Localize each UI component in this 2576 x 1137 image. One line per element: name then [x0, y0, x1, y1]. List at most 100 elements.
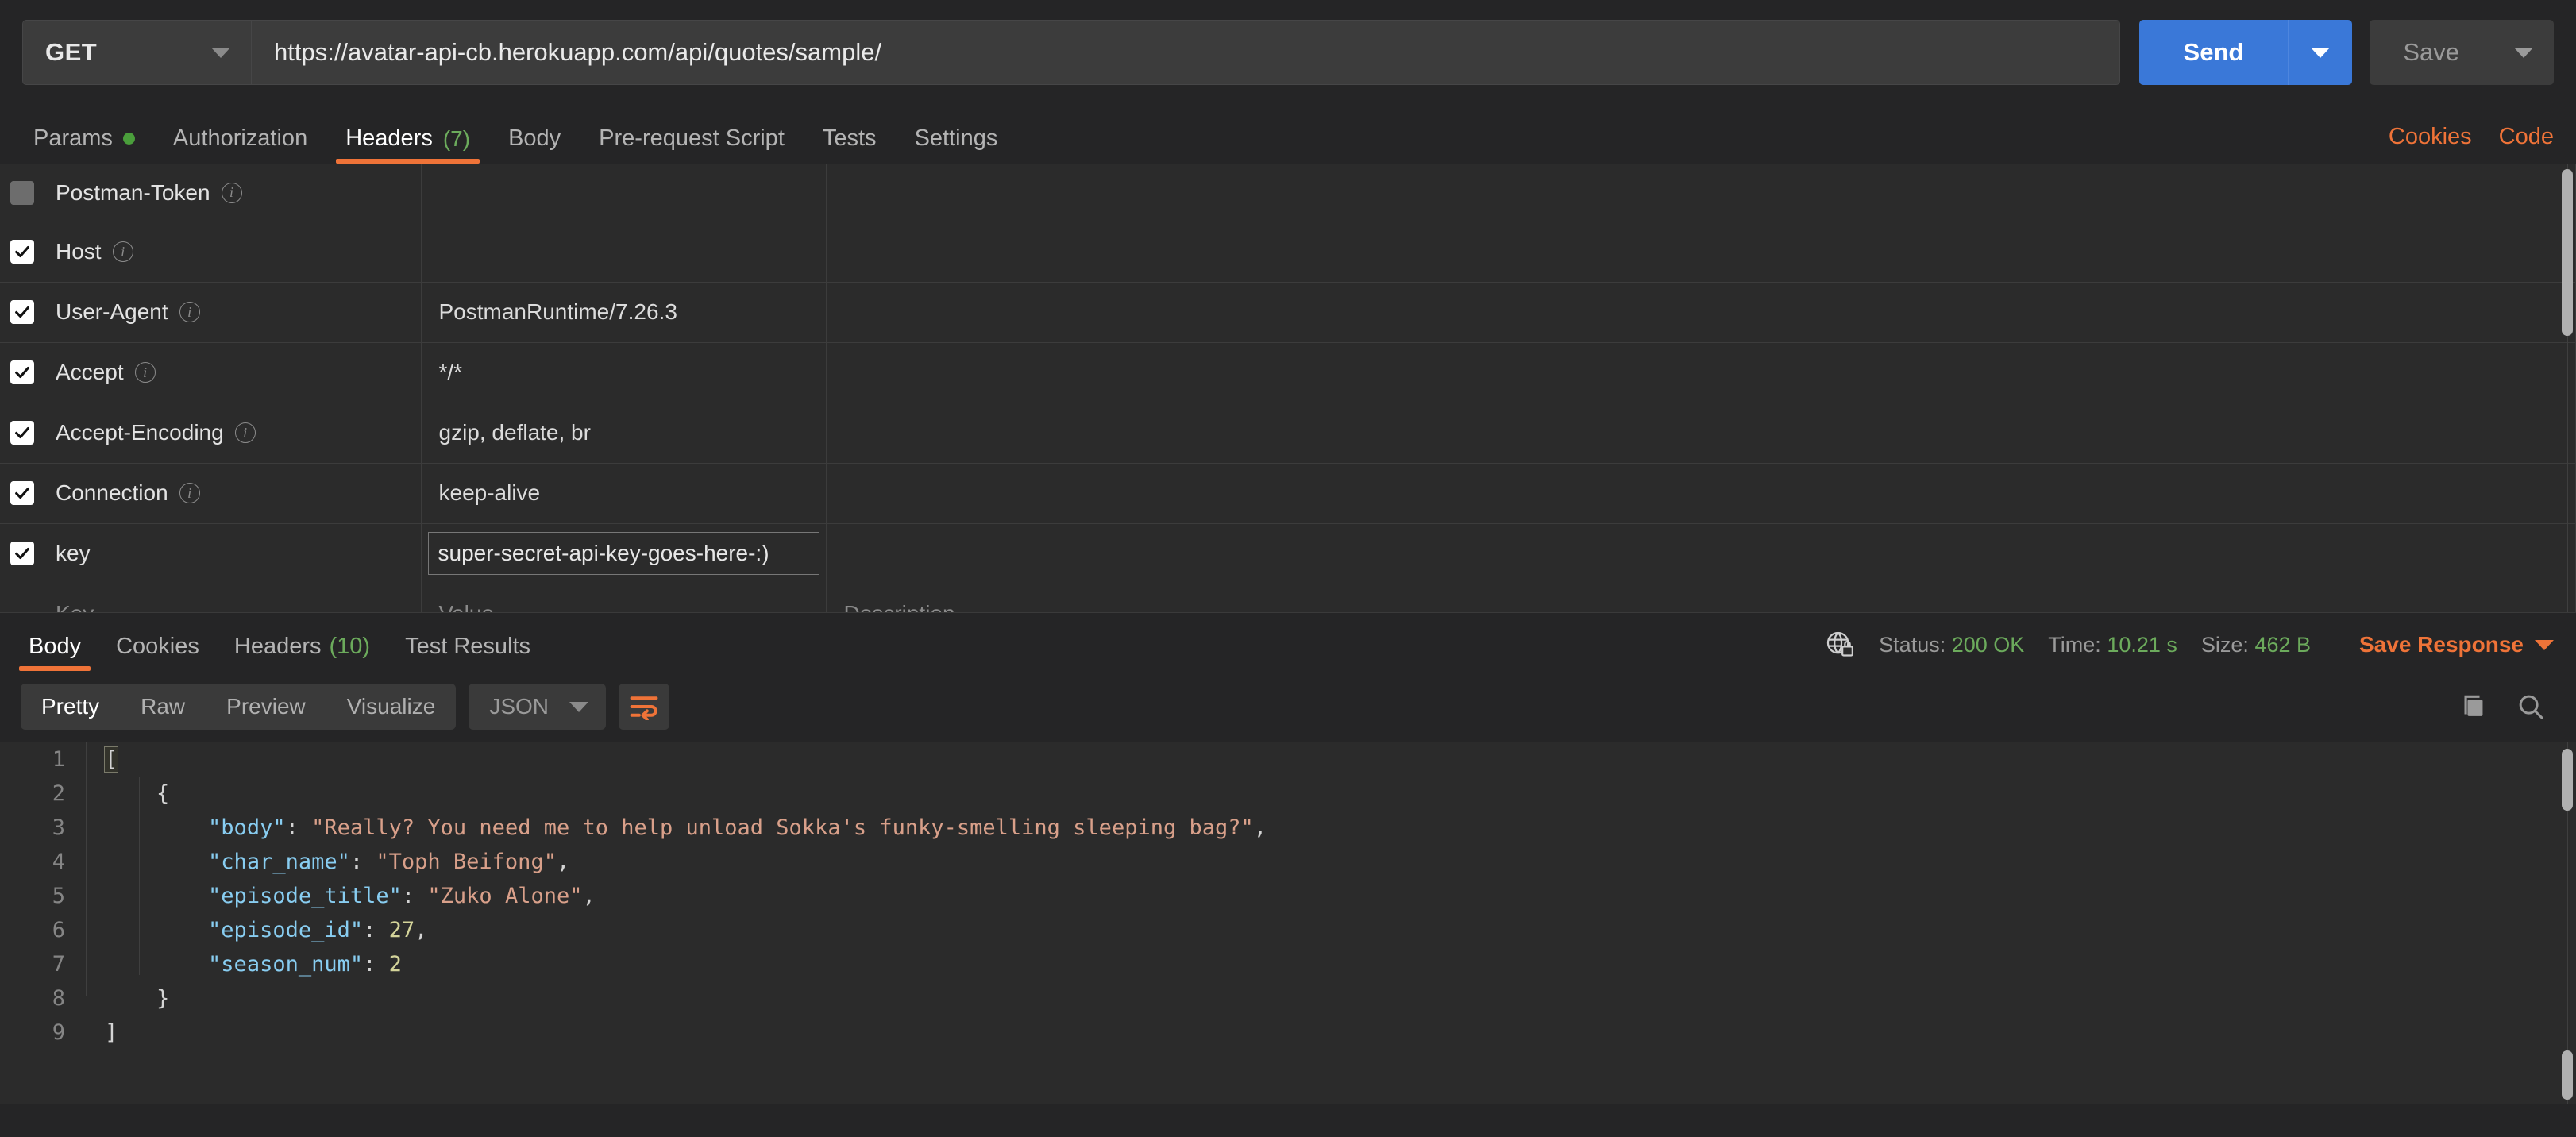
table-row: Accept i */*	[0, 342, 2576, 403]
header-enabled-checkbox[interactable]	[10, 180, 34, 205]
header-description-cell[interactable]	[826, 463, 2576, 524]
modified-dot-icon	[122, 133, 135, 145]
header-key-cell[interactable]: User-Agent i	[38, 282, 422, 343]
header-enabled-checkbox[interactable]	[10, 542, 34, 565]
tab-label: Settings	[914, 125, 998, 151]
key-column-placeholder: Key	[56, 601, 94, 612]
code-line: 7 "season_num": 2	[0, 947, 2576, 981]
copy-icon[interactable]	[2457, 692, 2487, 722]
tab-label: Tests	[822, 125, 877, 151]
header-value-cell[interactable]: Value	[421, 584, 827, 612]
header-key-cell[interactable]: key	[38, 523, 422, 584]
header-key-cell[interactable]: Key	[38, 584, 422, 612]
header-key-cell[interactable]: Host i	[38, 222, 422, 283]
save-button[interactable]: Save	[2370, 20, 2493, 85]
info-icon[interactable]: i	[134, 362, 156, 383]
cookies-link[interactable]: Cookies	[2389, 124, 2472, 150]
line-number: 3	[52, 815, 65, 840]
tab-tests[interactable]: Tests	[804, 127, 896, 164]
code-link[interactable]: Code	[2499, 124, 2554, 150]
tab-label: Pre-request Script	[599, 125, 785, 151]
response-body-code[interactable]: 1[2 {3 "body": "Really? You need me to h…	[0, 742, 2576, 1104]
tab-headers[interactable]: Headers (7)	[326, 127, 489, 164]
header-value-cell[interactable]: */*	[421, 342, 827, 403]
save-response-label: Save Response	[2359, 632, 2524, 657]
header-enabled-checkbox[interactable]	[10, 481, 34, 505]
header-value-cell[interactable]: super-secret-api-key-goes-here-:)	[421, 523, 827, 584]
send-options-button[interactable]	[2289, 20, 2353, 85]
view-pretty-button[interactable]: Pretty	[21, 684, 120, 730]
header-key-text: Connection	[56, 480, 168, 505]
wrap-lines-button[interactable]	[619, 684, 669, 730]
headers-scrollbar-thumb[interactable]	[2562, 169, 2573, 336]
table-row: key super-secret-api-key-goes-here-:)	[0, 523, 2576, 584]
code-line-text: "episode_id": 27,	[208, 918, 428, 942]
table-row: Host i	[0, 222, 2576, 283]
header-key-cell[interactable]: Connection i	[38, 463, 422, 524]
header-value-cell[interactable]: PostmanRuntime/7.26.3	[421, 282, 827, 343]
url-input[interactable]: https://avatar-api-cb.herokuapp.com/api/…	[251, 20, 2120, 85]
code-scrollbar-thumb-top[interactable]	[2562, 749, 2573, 811]
info-icon[interactable]: i	[234, 422, 256, 443]
save-options-button[interactable]	[2493, 20, 2554, 85]
response-tab-test-results[interactable]: Test Results	[388, 635, 548, 671]
header-enabled-cell	[0, 523, 38, 584]
code-line: 9]	[0, 1016, 2576, 1050]
response-tab-body[interactable]: Body	[11, 635, 98, 671]
http-method-select[interactable]: GET	[22, 20, 251, 85]
header-key-cell[interactable]: Accept i	[38, 342, 422, 403]
header-description-cell[interactable]	[826, 342, 2576, 403]
tab-body[interactable]: Body	[489, 127, 580, 164]
language-select[interactable]: JSON	[469, 684, 606, 730]
secure-globe-icon[interactable]	[1825, 630, 1855, 660]
tab-params[interactable]: Params	[14, 127, 154, 164]
info-icon[interactable]: i	[179, 483, 200, 503]
code-line: 6 "episode_id": 27,	[0, 913, 2576, 947]
header-value-input[interactable]: super-secret-api-key-goes-here-:)	[427, 532, 819, 575]
tab-authorization[interactable]: Authorization	[154, 127, 326, 164]
request-url-bar: GET https://avatar-api-cb.herokuapp.com/…	[0, 0, 2576, 105]
header-description-cell[interactable]	[826, 282, 2576, 343]
response-tab-cookies[interactable]: Cookies	[98, 635, 217, 671]
header-enabled-checkbox[interactable]	[10, 360, 34, 384]
header-enabled-checkbox[interactable]	[10, 240, 34, 264]
view-visualize-button[interactable]: Visualize	[326, 684, 457, 730]
tab-badge: (7)	[442, 125, 471, 151]
header-value-cell[interactable]	[421, 222, 827, 283]
header-key-cell[interactable]: Postman-Token i	[38, 164, 422, 222]
view-preview-button[interactable]: Preview	[206, 684, 326, 730]
save-response-button[interactable]: Save Response	[2359, 632, 2554, 657]
header-description-cell[interactable]	[826, 222, 2576, 283]
tab-settings[interactable]: Settings	[896, 127, 1017, 164]
size-value: 462 B	[2254, 632, 2311, 657]
header-value-cell[interactable]	[421, 164, 827, 222]
code-scrollbar-thumb-bottom[interactable]	[2562, 1050, 2573, 1100]
response-format-bar: Pretty Raw Preview Visualize JSON	[0, 671, 2576, 742]
table-row-clipped: Postman-Token i	[0, 164, 2576, 222]
send-button[interactable]: Send	[2138, 20, 2289, 85]
header-description-cell[interactable]	[826, 164, 2576, 222]
header-description-cell[interactable]	[826, 403, 2576, 464]
chevron-down-icon	[2535, 639, 2554, 650]
table-row: Accept-Encoding i gzip, deflate, br	[0, 403, 2576, 464]
view-raw-button[interactable]: Raw	[120, 684, 206, 730]
header-enabled-cell	[0, 282, 38, 343]
code-line-text: "body": "Really? You need me to help unl…	[208, 815, 1267, 840]
header-value-cell[interactable]: keep-alive	[421, 463, 827, 524]
table-row: Connection i keep-alive	[0, 463, 2576, 524]
info-icon[interactable]: i	[112, 241, 133, 262]
header-description-cell[interactable]: Description	[826, 584, 2576, 612]
header-enabled-checkbox[interactable]	[10, 300, 34, 324]
response-tab-headers[interactable]: Headers (10)	[217, 635, 388, 671]
header-enabled-checkbox[interactable]	[10, 421, 34, 445]
info-icon[interactable]: i	[179, 302, 200, 322]
search-icon[interactable]	[2516, 692, 2546, 722]
info-icon[interactable]: i	[221, 182, 242, 203]
header-key-cell[interactable]: Accept-Encoding i	[38, 403, 422, 464]
header-value-cell[interactable]: gzip, deflate, br	[421, 403, 827, 464]
header-value-text: */*	[438, 360, 463, 384]
tab-pre-request-script[interactable]: Pre-request Script	[580, 127, 804, 164]
header-description-cell[interactable]	[826, 523, 2576, 584]
line-number: 5	[52, 884, 65, 908]
tab-label: Headers	[345, 125, 433, 151]
